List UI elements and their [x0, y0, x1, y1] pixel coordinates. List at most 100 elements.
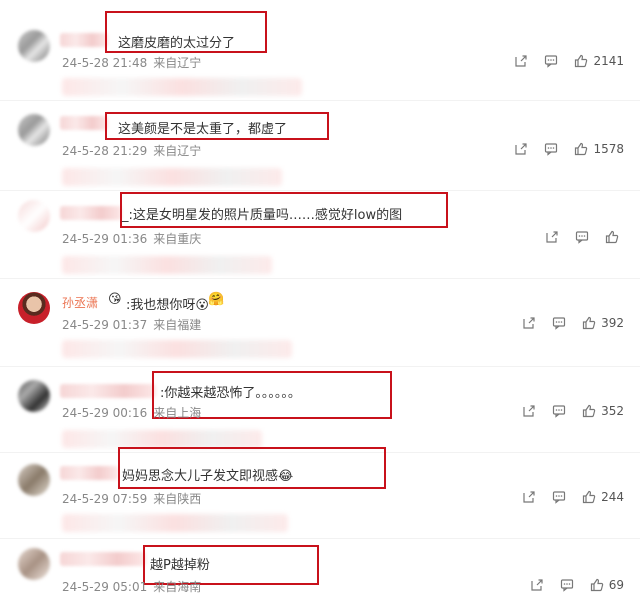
like-count: 392: [601, 316, 624, 330]
share-button[interactable]: [545, 230, 559, 244]
comment-item: 这磨皮磨的太过分了 24-5-28 21:48 来自辽宁 2141: [0, 0, 640, 96]
avatar[interactable]: [18, 114, 50, 146]
share-icon: [523, 317, 535, 329]
avatar[interactable]: [18, 292, 50, 324]
blurred-username: [60, 116, 108, 130]
comment-text: _:这是女明星发的照片质量吗……感觉好low的图: [122, 208, 403, 223]
comment-meta: 24-5-29 00:16 来自上海: [62, 404, 207, 421]
like-button[interactable]: 392: [582, 316, 624, 330]
comment-date: 24-5-29 01:36: [62, 232, 148, 246]
comment-date: 24-5-29 05:01: [62, 580, 148, 594]
comment-button[interactable]: [544, 142, 558, 156]
comment-icon: [552, 491, 566, 504]
blurred-username: [60, 552, 146, 566]
like-icon: [582, 316, 596, 330]
like-icon: [590, 578, 603, 592]
comment-actions: 392: [506, 316, 624, 330]
like-count: 352: [601, 404, 624, 418]
avatar[interactable]: [18, 380, 50, 412]
comment-location: 来自福建: [153, 318, 202, 332]
share-button[interactable]: [530, 578, 544, 592]
blurred-username: [60, 384, 156, 398]
emoji-icon: 🤗: [208, 292, 225, 307]
share-icon: [546, 231, 558, 243]
comment-location: 来自辽宁: [153, 56, 202, 70]
divider: [0, 190, 640, 191]
comment-meta: 24-5-28 21:29 来自辽宁: [62, 142, 207, 159]
comment-button[interactable]: [544, 54, 558, 68]
blurred-reply: [62, 78, 302, 96]
divider: [0, 366, 640, 367]
comment-actions: 244: [506, 490, 624, 504]
username[interactable]: 孙丞潇: [62, 294, 98, 311]
comment-button[interactable]: [552, 316, 566, 330]
like-count: 2141: [593, 54, 624, 68]
like-button[interactable]: 2141: [574, 54, 624, 68]
share-icon: [531, 579, 543, 591]
share-icon: [523, 491, 535, 503]
comment-button[interactable]: [560, 578, 574, 592]
like-button[interactable]: [605, 230, 624, 244]
comment-location: 来自重庆: [153, 232, 202, 246]
comment-icon: [575, 231, 589, 244]
like-button[interactable]: 69: [590, 578, 624, 592]
avatar[interactable]: [18, 548, 50, 580]
comment-text: 这磨皮磨的太过分了: [118, 36, 236, 51]
comment-location: 来自陕西: [153, 492, 202, 506]
comment-text: 越P越掉粉: [150, 558, 210, 573]
comment-meta: 24-5-29 01:36 来自重庆: [62, 230, 207, 247]
avatar[interactable]: [18, 30, 50, 62]
like-count: 69: [608, 578, 624, 592]
like-count: 1578: [593, 142, 624, 156]
share-button[interactable]: [514, 54, 528, 68]
comment-actions: [529, 230, 624, 244]
emoji-icon: 😘: [108, 292, 122, 307]
comment-actions: 2141: [498, 54, 624, 68]
divider: [0, 278, 640, 279]
like-button[interactable]: 1578: [574, 142, 624, 156]
like-icon: [575, 54, 588, 68]
comment-location: 来自海南: [153, 580, 202, 594]
divider: [0, 538, 640, 539]
comment-button[interactable]: [552, 490, 566, 504]
avatar[interactable]: [18, 200, 50, 232]
like-button[interactable]: 352: [582, 404, 624, 418]
like-icon: [582, 404, 596, 418]
blurred-reply: [62, 256, 272, 274]
comment-date: 24-5-29 00:16: [62, 406, 148, 420]
like-icon: [582, 490, 596, 504]
comment-text: :我也想你呀😮: [126, 298, 209, 313]
comment-date: 24-5-28 21:29: [62, 144, 148, 158]
comment-button[interactable]: [552, 404, 566, 418]
share-button[interactable]: [522, 316, 536, 330]
comment-actions: 69: [514, 578, 624, 592]
blurred-reply: [62, 168, 282, 186]
comment-button[interactable]: [575, 230, 589, 244]
share-icon: [515, 55, 528, 67]
blurred-username: [60, 466, 118, 480]
share-button[interactable]: [522, 490, 536, 504]
comment-text: 妈妈思念大儿子发文即视感😂: [122, 469, 294, 484]
comment-actions: 352: [506, 404, 624, 418]
comment-date: 24-5-29 07:59: [62, 492, 148, 506]
comment-meta: 24-5-28 21:48 来自辽宁: [62, 54, 207, 71]
comment-icon: [560, 579, 573, 592]
comment-icon: [552, 405, 566, 418]
share-icon: [523, 405, 535, 417]
comment-icon: [545, 55, 558, 68]
avatar[interactable]: [18, 464, 50, 496]
comment-meta: 24-5-29 05:01 来自海南: [62, 578, 207, 595]
like-icon: [605, 230, 619, 244]
blurred-username: [60, 206, 122, 220]
comment-actions: 1578: [498, 142, 624, 156]
share-button[interactable]: [514, 142, 528, 156]
comment-text: 这美颜是不是太重了，都虚了: [118, 122, 288, 137]
share-button[interactable]: [522, 404, 536, 418]
comment-text: :你越来越恐怖了。。。。。。: [160, 386, 301, 401]
blurred-reply: [62, 430, 262, 448]
divider: [0, 100, 640, 101]
comment-date: 24-5-28 21:48: [62, 56, 148, 70]
comment-icon: [552, 317, 566, 330]
like-button[interactable]: 244: [582, 490, 624, 504]
comment-meta: 24-5-29 01:37 来自福建: [62, 316, 207, 333]
